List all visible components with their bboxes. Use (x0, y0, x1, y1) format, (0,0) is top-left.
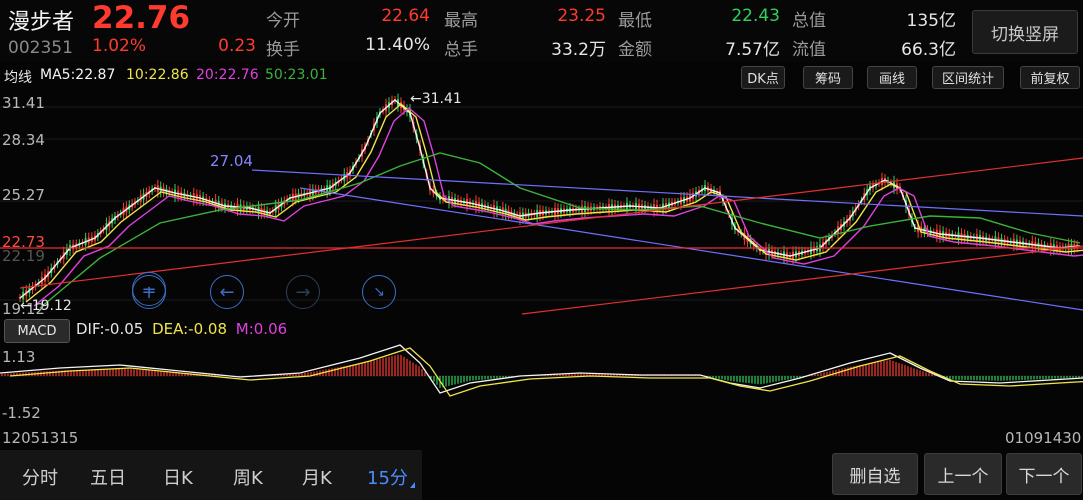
total-value-label: 总值 (792, 11, 826, 31)
dif-line (0, 344, 1083, 394)
arrow-right-icon[interactable]: → (286, 275, 320, 309)
dk-point-button[interactable]: DK点 (741, 66, 785, 89)
low-value: 22.43 (731, 6, 780, 26)
macd-chart[interactable] (0, 343, 1083, 428)
quote-header: 漫步者 22.76 002351 1.02% 0.23 今开 22.64 最高 … (0, 0, 1083, 62)
high-annotation: ←31.41 (410, 91, 462, 107)
time-axis-end: 01091430 (1005, 429, 1082, 447)
next-stock-button[interactable]: 下一个 (1006, 453, 1082, 495)
tab-five-day[interactable]: 五日 (90, 462, 126, 492)
previous-stock-button[interactable]: 上一个 (924, 453, 1002, 495)
ma-title: 均线 (4, 70, 32, 86)
chips-button[interactable]: 筹码 (803, 66, 853, 89)
change-percent: 1.02% (92, 36, 147, 56)
amount-value: 7.57亿 (725, 40, 780, 60)
open-label: 今开 (266, 11, 300, 31)
period-tabs (0, 450, 422, 500)
turnover-value: 11.40% (365, 35, 430, 55)
time-axis-start: 12051315 (2, 429, 79, 447)
forward-adjust-button[interactable]: 前复权 (1020, 66, 1080, 89)
arrow-left-icon[interactable]: ← (210, 275, 244, 309)
volume-value: 33.2万 (551, 40, 606, 60)
turnover-label: 换手 (266, 40, 300, 60)
collapse-icon[interactable]: ↘ (362, 275, 396, 309)
dea-line (9, 347, 1083, 397)
switch-portrait-button[interactable]: 切换竖屏 (972, 10, 1078, 54)
high-value: 23.25 (557, 6, 606, 26)
trendline-label: 27.04 (210, 152, 253, 170)
tab-monthly-k[interactable]: 月K (302, 462, 332, 492)
macd-axis-top: 1.13 (2, 348, 36, 366)
price-axis-mid: 28.34 (2, 131, 45, 149)
tab-daily-k[interactable]: 日K (163, 462, 193, 492)
change-amount: 0.23 (218, 36, 256, 56)
low-annotation: ←19.12 (20, 298, 72, 314)
macd-legend: DIF:-0.05 DEA:-0.08 M:0.06 (76, 320, 287, 338)
ma50-value: 50:23.01 (265, 67, 328, 83)
volume-label: 总手 (444, 40, 478, 60)
price-axis-faint: 22.19 (2, 247, 45, 265)
float-value-label: 流值 (792, 40, 826, 60)
tab-dropdown-icon (410, 482, 415, 488)
draw-line-button[interactable]: 画线 (867, 66, 917, 89)
tab-intraday[interactable]: 分时 (22, 462, 58, 492)
zoom-in-icon[interactable]: + (132, 275, 166, 309)
macd-tab[interactable]: MACD (4, 319, 70, 343)
price-axis-top: 31.41 (2, 94, 45, 112)
macd-axis-bottom: -1.52 (2, 404, 41, 422)
stock-code: 002351 (8, 38, 73, 58)
tab-15min[interactable]: 15分 (367, 462, 408, 492)
ma20-value: 20:22.76 (196, 67, 259, 83)
total-value: 135亿 (906, 11, 956, 31)
float-value: 66.3亿 (901, 40, 956, 60)
macd-m: M:0.06 (235, 320, 288, 338)
stock-name: 漫步者 (8, 10, 75, 35)
tab-weekly-k[interactable]: 周K (233, 462, 263, 492)
remove-watchlist-button[interactable]: 删自选 (832, 453, 918, 495)
ma10-value: 10:22.86 (126, 67, 189, 83)
ma5-value: MA5:22.87 (40, 67, 116, 83)
price-axis-low: 25.27 (2, 186, 45, 204)
macd-dea: DEA:-0.08 (152, 320, 227, 338)
high-label: 最高 (444, 11, 478, 31)
low-label: 最低 (618, 11, 652, 31)
open-value: 22.64 (381, 6, 430, 26)
range-stats-button[interactable]: 区间统计 (932, 66, 1004, 89)
stock-price: 22.76 (92, 0, 191, 36)
amount-label: 金额 (618, 40, 652, 60)
ma-legend: 均线 MA5:22.87 10:22.86 20:22.76 50:23.01 (0, 64, 1083, 88)
macd-dif: DIF:-0.05 (76, 320, 144, 338)
